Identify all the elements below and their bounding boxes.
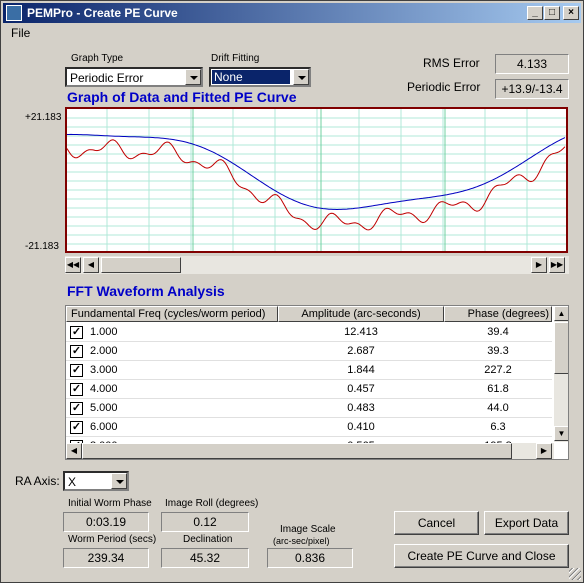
drift-fitting-select[interactable]: None xyxy=(209,67,311,87)
scroll-thumb[interactable] xyxy=(101,257,181,273)
chevron-down-icon[interactable] xyxy=(111,473,127,489)
periodic-error-value: +13.9/-13.4 xyxy=(495,79,569,99)
freq-cell: 5.000 xyxy=(90,402,118,414)
freq-cell: 4.000 xyxy=(90,383,118,395)
worm-period-value: 239.34 xyxy=(63,548,149,568)
initial-worm-phase-label: Initial Worm Phase xyxy=(68,498,152,509)
rms-error-label: RMS Error xyxy=(423,56,480,70)
table-row[interactable]: ✓ 6.000 0.410 6.3 xyxy=(66,419,552,437)
chevron-down-icon[interactable] xyxy=(293,69,309,85)
graph-type-label: Graph Type xyxy=(71,53,124,64)
ra-axis-select[interactable]: X xyxy=(63,471,129,491)
freq-cell: 6.000 xyxy=(90,421,118,433)
minimize-button[interactable]: _ xyxy=(527,6,543,20)
image-scale-label: Image Scale xyxy=(280,524,336,535)
cancel-button[interactable]: Cancel xyxy=(394,511,479,535)
table-row[interactable]: ✓ 4.000 0.457 61.8 xyxy=(66,381,552,399)
col-freq[interactable]: Fundamental Freq (cycles/worm period) xyxy=(66,306,278,322)
freq-cell: 1.000 xyxy=(90,326,118,338)
image-scale-value: 0.836 xyxy=(267,548,353,568)
export-data-button[interactable]: Export Data xyxy=(484,511,569,535)
amplitude-cell: 0.483 xyxy=(347,402,375,414)
fft-title: FFT Waveform Analysis xyxy=(67,283,225,299)
image-roll-value: 0.12 xyxy=(161,512,249,532)
scroll-last-button[interactable]: ▶▶ xyxy=(549,257,565,273)
initial-worm-phase-value: 0:03.19 xyxy=(63,512,149,532)
graph-type-select[interactable]: Periodic Error xyxy=(65,67,203,87)
scroll-left-button[interactable]: ◀ xyxy=(66,443,82,459)
amplitude-cell: 0.410 xyxy=(347,421,375,433)
ra-axis-label: RA Axis: xyxy=(15,474,60,488)
fft-table: Fundamental Freq (cycles/worm period) Am… xyxy=(65,305,569,460)
freq-cell: 3.000 xyxy=(90,364,118,376)
periodic-error-label: Periodic Error xyxy=(407,80,481,94)
drift-fitting-label: Drift Fitting xyxy=(211,53,260,64)
graph-title: Graph of Data and Fitted PE Curve xyxy=(67,89,297,105)
hscroll-thumb[interactable] xyxy=(82,443,512,459)
window-title: PEMPro - Create PE Curve xyxy=(27,6,178,20)
scroll-right-button[interactable]: ▶ xyxy=(531,257,547,273)
main-window: PEMPro - Create PE Curve _ □ × File Grap… xyxy=(0,0,584,583)
amplitude-cell: 2.687 xyxy=(347,345,375,357)
menu-bar: File xyxy=(3,23,581,43)
title-bar: PEMPro - Create PE Curve _ □ × xyxy=(3,3,581,23)
menu-file[interactable]: File xyxy=(11,26,30,40)
phase-cell: 227.2 xyxy=(484,364,512,376)
phase-cell: 61.8 xyxy=(487,383,509,395)
pe-graph xyxy=(65,107,568,253)
worm-period-label: Worm Period (secs) xyxy=(68,534,157,545)
declination-label: Declination xyxy=(183,534,233,545)
chevron-down-icon[interactable] xyxy=(185,69,201,85)
y-min-label: -21.183 xyxy=(25,241,59,252)
graph-scrollbar[interactable]: ◀◀ ◀ ▶ ▶▶ xyxy=(65,256,569,274)
table-row[interactable]: ✓ 2.000 2.687 39.3 xyxy=(66,343,552,361)
image-roll-label: Image Roll (degrees) xyxy=(165,498,259,509)
fft-vscrollbar[interactable]: ▲ ▼ xyxy=(554,306,568,442)
col-phase[interactable]: Phase (degrees) xyxy=(444,306,552,322)
freq-cell: 2.000 xyxy=(90,345,118,357)
scroll-first-button[interactable]: ◀◀ xyxy=(65,257,81,273)
image-scale-unit-label: (arc-sec/pixel) xyxy=(273,536,330,546)
scroll-right-button[interactable]: ▶ xyxy=(536,443,552,459)
app-icon xyxy=(6,5,22,21)
amplitude-cell: 0.457 xyxy=(347,383,375,395)
resize-grip[interactable] xyxy=(569,568,581,580)
table-row[interactable]: ✓ 5.000 0.483 44.0 xyxy=(66,400,552,418)
amplitude-cell: 12.413 xyxy=(344,326,378,338)
maximize-button[interactable]: □ xyxy=(544,6,560,20)
y-max-label: +21.183 xyxy=(25,112,62,123)
create-pe-curve-button[interactable]: Create PE Curve and Close xyxy=(394,544,569,568)
col-amplitude[interactable]: Amplitude (arc-seconds) xyxy=(278,306,444,322)
fft-table-header: Fundamental Freq (cycles/worm period) Am… xyxy=(66,306,552,322)
table-row[interactable]: ✓ 3.000 1.844 227.2 xyxy=(66,362,552,380)
scroll-down-button[interactable]: ▼ xyxy=(554,426,568,441)
phase-cell: 44.0 xyxy=(487,402,509,414)
scroll-left-button[interactable]: ◀ xyxy=(83,257,99,273)
close-button[interactable]: × xyxy=(563,6,579,20)
amplitude-cell: 1.844 xyxy=(347,364,375,376)
phase-cell: 39.4 xyxy=(487,326,509,338)
raw-data-curve xyxy=(66,139,566,231)
row-checkbox[interactable]: ✓ xyxy=(70,402,83,415)
row-checkbox[interactable]: ✓ xyxy=(70,383,83,396)
row-checkbox[interactable]: ✓ xyxy=(70,364,83,377)
fft-hscrollbar[interactable]: ◀ ▶ xyxy=(66,443,554,459)
phase-cell: 39.3 xyxy=(487,345,509,357)
scroll-up-button[interactable]: ▲ xyxy=(554,306,568,321)
row-checkbox[interactable]: ✓ xyxy=(70,421,83,434)
pe-graph-svg xyxy=(66,109,566,251)
vscroll-thumb[interactable] xyxy=(554,322,568,374)
row-checkbox[interactable]: ✓ xyxy=(70,345,83,358)
table-row[interactable]: ✓ 1.000 12.413 39.4 xyxy=(66,324,552,342)
rms-error-value: 4.133 xyxy=(495,54,569,74)
row-checkbox[interactable]: ✓ xyxy=(70,326,83,339)
phase-cell: 6.3 xyxy=(490,421,506,433)
declination-value: 45.32 xyxy=(161,548,249,568)
